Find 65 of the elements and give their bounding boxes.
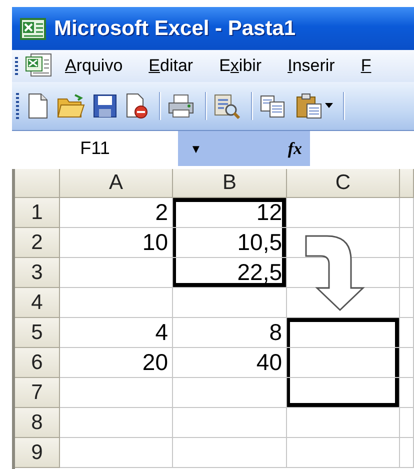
row-header[interactable]: 7 <box>15 378 60 408</box>
copy-icon[interactable] <box>259 93 287 119</box>
folder-icon[interactable] <box>57 93 85 119</box>
row-header[interactable]: 8 <box>15 408 60 438</box>
document-permission-icon[interactable] <box>125 93 149 119</box>
column-header[interactable] <box>400 169 414 198</box>
menu-item[interactable]: Editar <box>148 56 194 76</box>
row-header[interactable]: 1 <box>15 198 60 228</box>
insert-function-button[interactable]: fx <box>288 138 302 158</box>
table-cell[interactable] <box>60 408 173 438</box>
new-document-icon[interactable] <box>27 93 49 119</box>
table-cell[interactable]: 10,5 <box>173 228 287 258</box>
table-cell[interactable] <box>60 258 173 288</box>
save-icon[interactable] <box>93 93 117 119</box>
table-cell[interactable] <box>287 198 400 228</box>
table-cell[interactable] <box>400 438 414 468</box>
row-header[interactable]: 6 <box>15 348 60 378</box>
table-cell[interactable] <box>173 438 287 468</box>
table-cell[interactable] <box>400 258 414 288</box>
paste-icon[interactable] <box>295 93 323 119</box>
row-header[interactable]: 9 <box>15 438 60 468</box>
table-cell[interactable] <box>60 288 173 318</box>
table-cell[interactable]: 2 <box>60 198 173 228</box>
menu-item[interactable]: Inserir <box>288 56 335 76</box>
column-header[interactable]: B <box>173 169 287 198</box>
row-header[interactable]: 5 <box>15 318 60 348</box>
table-cell[interactable] <box>287 348 400 378</box>
spreadsheet-icon <box>20 18 46 40</box>
table-cell[interactable] <box>173 378 287 408</box>
table-cell[interactable] <box>400 348 414 378</box>
select-all-corner[interactable] <box>15 169 60 198</box>
table-cell[interactable]: 8 <box>173 318 287 348</box>
table-cell[interactable] <box>60 378 173 408</box>
table-cell[interactable] <box>400 408 414 438</box>
table-cell[interactable]: 20 <box>60 348 173 378</box>
table-cell[interactable] <box>400 198 414 228</box>
table-cell[interactable] <box>400 318 414 348</box>
column-header[interactable]: A <box>60 169 173 198</box>
row-header[interactable]: 2 <box>15 228 60 258</box>
table-cell[interactable] <box>287 318 400 348</box>
table-cell[interactable]: 10 <box>60 228 173 258</box>
dropdown-arrow[interactable]: ▼ <box>190 142 202 156</box>
menu-item[interactable]: Exibir <box>219 56 262 76</box>
table-cell[interactable]: 12 <box>173 198 287 228</box>
table-cell[interactable] <box>287 438 400 468</box>
table-cell[interactable] <box>400 228 414 258</box>
table-cell[interactable]: 40 <box>173 348 287 378</box>
table-cell[interactable]: 22,5 <box>173 258 287 288</box>
table-cell[interactable] <box>173 288 287 318</box>
magnifier-document-icon[interactable] <box>213 93 241 119</box>
row-header[interactable]: 4 <box>15 288 60 318</box>
column-header[interactable]: C <box>287 169 400 198</box>
table-cell[interactable] <box>173 408 287 438</box>
dropdown-arrow-icon[interactable] <box>325 103 333 109</box>
table-cell[interactable]: 4 <box>60 318 173 348</box>
table-cell[interactable] <box>287 408 400 438</box>
menu-item[interactable]: Arquivo <box>65 56 123 76</box>
row-header[interactable]: 3 <box>15 258 60 288</box>
table-cell[interactable] <box>400 378 414 408</box>
menu-item[interactable]: F <box>360 56 372 76</box>
table-cell[interactable] <box>400 288 414 318</box>
table-cell[interactable] <box>60 438 173 468</box>
window-title: Microsoft Excel - Pasta1 <box>54 16 296 40</box>
table-cell[interactable] <box>287 378 400 408</box>
printer-icon[interactable] <box>167 93 195 119</box>
